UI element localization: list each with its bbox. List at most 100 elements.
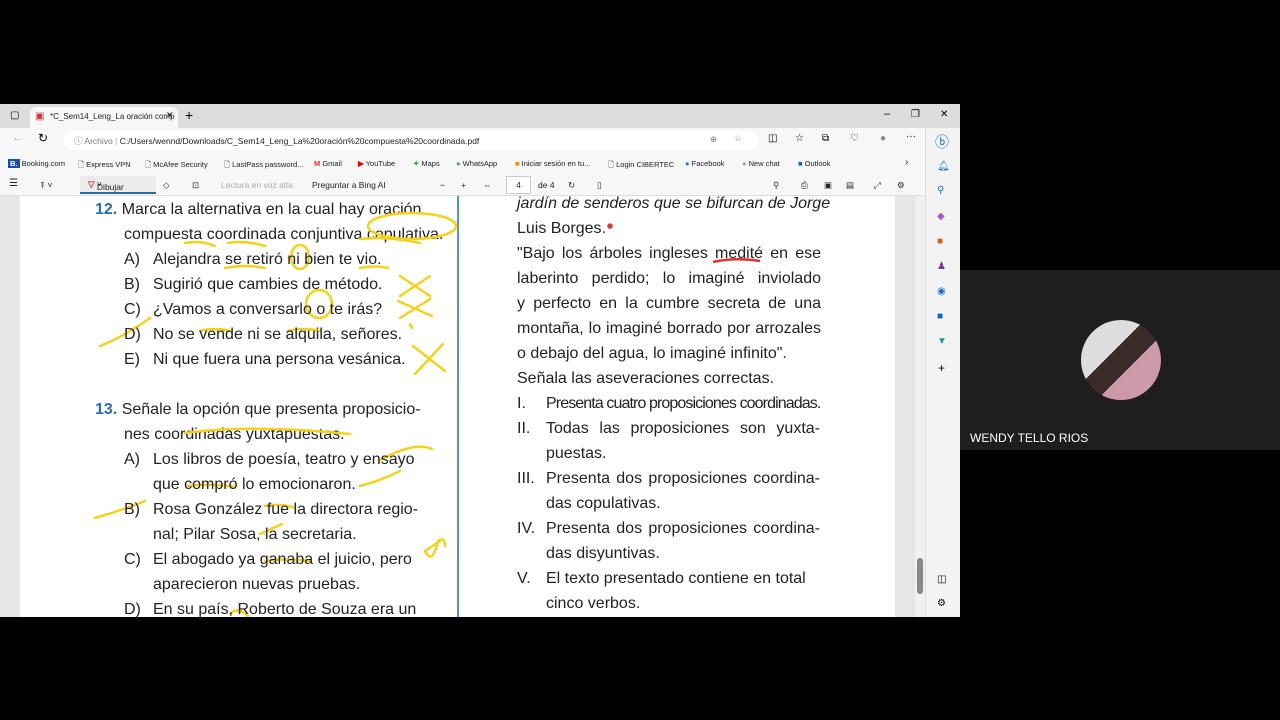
drop-icon[interactable]: ▼ xyxy=(937,336,947,347)
bookmark-newchat[interactable]: ● New chat xyxy=(742,159,780,168)
statement-text: Presenta dos proposiciones coordina- xyxy=(546,520,820,537)
search-icon[interactable]: ⚲ xyxy=(773,180,779,191)
text-icon[interactable]: ⊡ xyxy=(192,180,199,191)
option-letter: D) xyxy=(124,601,141,617)
restore-icon[interactable]: ❐ xyxy=(911,109,920,120)
bookmark-mcafee[interactable]: 🗋 McAfee Security xyxy=(145,159,208,172)
save-icon[interactable]: ▣ xyxy=(824,180,832,191)
pdf-viewport: 12. Marca la alternativa en la cual hay … xyxy=(0,196,925,617)
bookmark-facebook[interactable]: ● Facebook xyxy=(685,159,725,168)
add-icon[interactable]: + xyxy=(938,361,945,375)
option-letter: B) xyxy=(124,501,140,518)
back-icon[interactable]: ← xyxy=(12,132,23,144)
favorite-star-icon[interactable]: ☆ xyxy=(734,133,742,144)
bookmarks-bar: B. Booking.com 🗋 Express VPN 🗋 McAfee Se… xyxy=(0,152,925,174)
statement-text: Presenta cuatro proposiciones coordinada… xyxy=(546,395,821,412)
participant-avatar xyxy=(1081,320,1161,400)
zoom-out-icon[interactable]: − xyxy=(440,180,445,190)
minimize-icon[interactable]: – xyxy=(884,108,890,120)
refresh-icon[interactable]: ↻ xyxy=(38,131,48,145)
sidebar-toggle-icon[interactable]: ◫ xyxy=(937,574,946,585)
page-count: de 4 xyxy=(538,180,555,190)
bookmark-microsoft[interactable]: ■ Iniciar sesión en tu... xyxy=(515,159,590,168)
fit-width-icon[interactable]: ⇔ xyxy=(483,180,492,190)
bookmark-cibertec[interactable]: 🗋 Login CIBERTEC xyxy=(608,159,674,172)
outlook-icon[interactable]: ■ xyxy=(937,311,943,322)
split-screen-icon[interactable]: ◫ xyxy=(768,133,777,144)
sidebar-settings-icon[interactable]: ⚙ xyxy=(937,598,946,609)
bookmark-maps[interactable]: ✦ Maps xyxy=(413,159,440,168)
statement-text: das disyuntivas. xyxy=(546,545,660,562)
more-bookmarks-icon[interactable]: › xyxy=(905,157,908,168)
option-text: aparecieron nuevas pruebas. xyxy=(153,576,361,593)
url-prefix: Archivo xyxy=(84,136,113,146)
url-text: C:/Users/wennd/Downloads/C_Sem14_Leng_La… xyxy=(119,136,480,146)
profile-icon[interactable]: ● xyxy=(880,133,886,144)
bookmark-gmail[interactable]: M Gmail xyxy=(314,159,342,168)
games-icon[interactable]: ♟ xyxy=(937,261,946,272)
page-view-icon[interactable]: ▯ xyxy=(597,180,602,191)
pdf-page: 12. Marca la alternativa en la cual hay … xyxy=(20,196,895,617)
option-text: En su país, Roberto de Souza era un xyxy=(153,601,417,617)
option-text: Rosa González fue la directora regio- xyxy=(153,501,419,518)
save-as-icon[interactable]: ▤ xyxy=(846,180,854,191)
passage-line: "Bajo los árboles ingleses medité en ese xyxy=(517,245,821,262)
highlight-icon[interactable]: ⍒ ˅ xyxy=(40,180,52,191)
read-aloud-button[interactable]: Lectura en voz alta xyxy=(221,180,293,190)
statement-text: Todas las proposiciones son yuxta- xyxy=(546,420,820,437)
passage-line: y perfecto en la cumbre secreta de una xyxy=(517,295,821,312)
rotate-icon[interactable]: ↻ xyxy=(568,180,575,191)
close-tab-icon[interactable]: ✕ xyxy=(166,110,174,121)
option-letter: E) xyxy=(124,351,140,368)
draw-button[interactable]: ▽ Dibujar ˅ xyxy=(80,176,156,194)
zoom-in-icon[interactable]: + xyxy=(461,180,466,190)
tab-pdf[interactable]: ▣ *C_Sem14_Leng_La oración comp xyxy=(30,107,178,128)
eraser-icon[interactable]: ◇ xyxy=(163,180,170,191)
zoom-icon[interactable]: ⊕ xyxy=(710,134,717,145)
statement-text: Presenta dos proposiciones coordina- xyxy=(546,470,820,487)
m365-icon[interactable]: ◉ xyxy=(937,286,946,297)
collections-icon[interactable]: ⧉ xyxy=(822,133,829,144)
tab-title: *C_Sem14_Leng_La oración comp xyxy=(50,112,175,121)
option-text: El abogado ya ganaba el juicio, pero xyxy=(153,551,412,568)
bookmark-outlook[interactable]: ■ Outlook xyxy=(798,159,830,168)
option-text: Ni que fuera una persona vesánica. xyxy=(153,351,406,368)
option-text: que compró lo emocionaron. xyxy=(153,476,356,493)
more-icon[interactable]: ··· xyxy=(906,131,916,142)
fullscreen-icon[interactable]: ⤢ xyxy=(874,180,881,191)
notifications-icon[interactable]: 🔔︎ xyxy=(937,161,950,172)
statement-number: II. xyxy=(517,420,531,437)
bookmark-whatsapp[interactable]: ● WhatsApp xyxy=(456,159,497,168)
statement-text: puestas. xyxy=(546,445,607,462)
contents-icon[interactable]: ☰ xyxy=(9,178,18,189)
statement-number: III. xyxy=(517,470,535,487)
settings-icon[interactable]: ⚙ xyxy=(897,180,905,191)
option-letter: A) xyxy=(124,251,140,268)
option-letter: A) xyxy=(124,451,140,468)
statement-text: cinco verbos. xyxy=(546,595,641,612)
tab-actions-icon[interactable]: ▢ xyxy=(10,110,19,121)
tools-icon[interactable]: ■ xyxy=(937,236,943,247)
print-icon[interactable]: ⎙ xyxy=(801,180,808,191)
passage-line: Luis Borges. xyxy=(517,220,606,237)
bookmark-youtube[interactable]: ▶ YouTube xyxy=(358,159,395,168)
ask-bing-button[interactable]: Preguntar a Bing AI xyxy=(312,180,386,190)
shopping-icon[interactable]: ◆ xyxy=(937,211,945,222)
close-window-icon[interactable]: ✕ xyxy=(940,109,948,120)
participant-name: WENDY TELLO RIOS xyxy=(970,431,1089,445)
statement-number: V. xyxy=(517,570,531,587)
bookmark-lastpass[interactable]: 🗋 LastPass password... xyxy=(224,159,303,172)
vertical-scrollbar[interactable] xyxy=(915,196,925,617)
new-tab-icon[interactable]: + xyxy=(185,107,193,123)
browser-essentials-icon[interactable]: ♡ xyxy=(850,133,859,144)
url-input[interactable]: ⓘ Archivo | C:/Users/wennd/Downloads/C_S… xyxy=(64,131,759,150)
address-bar-row: ← ↻ ⓘ Archivo | C:/Users/wennd/Downloads… xyxy=(0,128,960,152)
page-number-input[interactable]: 4 xyxy=(506,176,531,194)
browser-window: ▢ ▣ *C_Sem14_Leng_La oración comp ✕ + – ❐… xyxy=(0,104,960,617)
bing-copilot-icon[interactable]: ⓑ xyxy=(935,132,949,152)
bookmark-expressvpn[interactable]: 🗋 Express VPN xyxy=(78,159,131,172)
bookmark-booking[interactable]: B. Booking.com xyxy=(8,159,65,168)
search-sidebar-icon[interactable]: ⚲ xyxy=(937,185,944,196)
favorites-icon[interactable]: ☆ xyxy=(795,133,804,144)
statement-number: I. xyxy=(517,395,526,412)
